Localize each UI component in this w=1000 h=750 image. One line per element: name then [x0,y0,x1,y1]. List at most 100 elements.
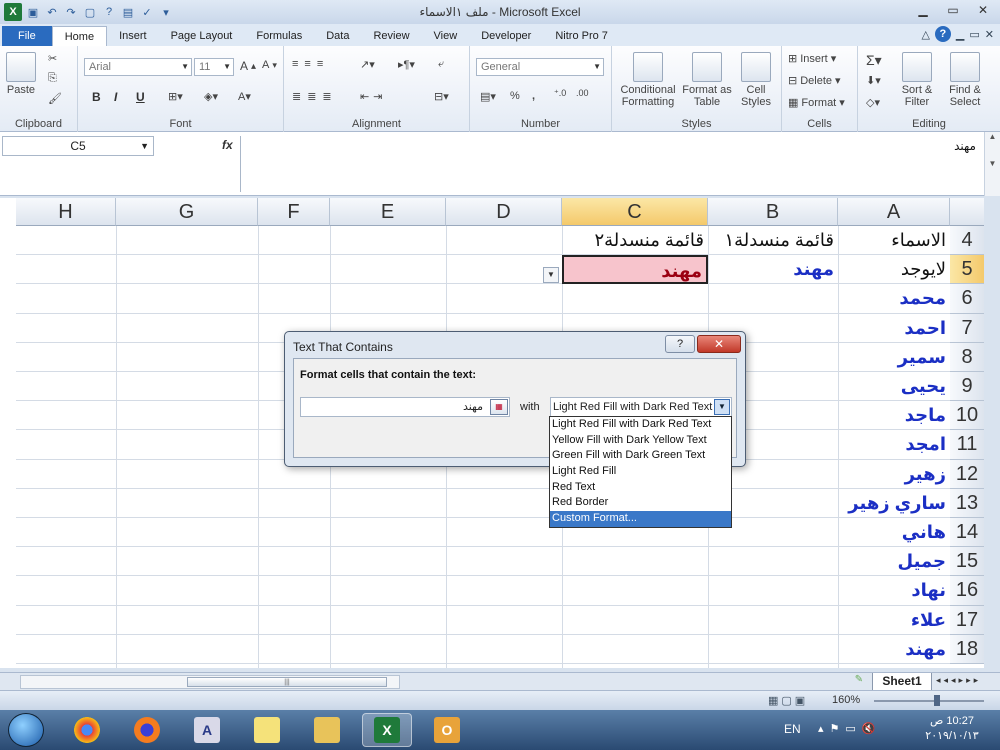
format-cells-button[interactable]: ▦ Format ▾ [788,96,845,110]
tab-nitro[interactable]: Nitro Pro 7 [543,26,620,46]
tab-home[interactable]: Home [51,26,108,46]
font-size-combo[interactable]: 11 ▼ [194,58,234,76]
sheet-tab-sheet1[interactable]: Sheet1 [872,673,932,691]
cell-a16[interactable]: نهاد [838,576,950,605]
format-as-table-button[interactable]: Format as Table [682,52,732,108]
bold-button[interactable]: B [92,90,101,104]
cell-c5[interactable]: مهند [562,255,708,285]
column-header-a[interactable]: A [838,198,950,226]
language-indicator[interactable]: EN [784,722,801,736]
find-select-button[interactable]: Find & Select [942,52,988,108]
help-icon[interactable]: ? [934,26,951,42]
horizontal-scroll-thumb[interactable]: ||| [187,677,387,687]
currency-icon[interactable]: ▤▾ [480,90,496,103]
clock[interactable]: 10:27 ص ٢٠١٩/١٠/١٣ [912,714,992,744]
format-style-option[interactable]: Light Red Fill [550,464,731,480]
sheet-nav-icons[interactable]: ◂◂◂▸▸▸ [936,675,981,686]
shrink-font-icon[interactable]: A ▾ [262,59,277,71]
zoom-slider[interactable] [874,700,984,702]
row-header-16[interactable]: 16 [950,576,984,606]
workbook-restore-icon[interactable]: ▭ [969,28,979,41]
workbook-close-icon[interactable]: ✕ [985,28,994,41]
row-header-8[interactable]: 8 [950,342,984,372]
system-tray-icons[interactable]: ▴⚑▭🔇 [818,722,881,735]
column-header-b[interactable]: B [708,198,838,226]
cell-a14[interactable]: هاني [838,518,950,547]
tab-formulas[interactable]: Formulas [244,26,314,46]
cell-a11[interactable]: امجد [838,430,950,459]
format-style-option[interactable]: Red Text [550,480,731,496]
wrap-text-icon[interactable]: ⤶ [438,58,444,71]
tab-insert[interactable]: Insert [107,26,159,46]
column-header-e[interactable]: E [330,198,446,226]
contains-text-input[interactable]: مهند [300,397,510,417]
row-header-14[interactable]: 14 [950,518,984,548]
cell-a13[interactable]: ساري زهير [838,489,950,518]
increase-decimal-icon[interactable]: ⁺.0 [554,88,566,99]
close-button[interactable]: ✕ [970,0,996,20]
insert-sheet-icon[interactable]: ✎ [850,674,868,689]
paste-button[interactable]: Paste [6,52,36,96]
redo-icon[interactable]: ↷ [63,4,79,20]
acrobat-taskbar-icon[interactable]: A [182,713,232,747]
excel-taskbar-icon[interactable]: X [362,713,412,747]
conditional-formatting-button[interactable]: Conditional Formatting [616,52,680,108]
customize-qat-icon[interactable]: ▾ [158,4,174,20]
help-icon[interactable]: ? [101,4,117,20]
delete-cells-button[interactable]: ⊟ Delete ▾ [788,74,841,88]
spelling-icon[interactable]: ✓ [139,4,155,20]
cell-a12[interactable]: زهير [838,460,950,489]
fill-icon[interactable]: ⬇▾ [866,74,881,87]
new-file-icon[interactable]: ▢ [82,4,98,20]
format-style-select[interactable]: Light Red Fill with Dark Red Text ▼ [550,397,732,417]
row-header-11[interactable]: 11 [950,430,984,460]
cell-a7[interactable]: احمد [838,314,950,343]
format-style-option[interactable]: Red Border [550,495,731,511]
chrome-taskbar-icon[interactable] [62,713,112,747]
format-style-option[interactable]: Custom Format... [550,511,731,527]
horizontal-align-icons[interactable]: ≣≣≣ [292,90,338,103]
zoom-slider-thumb[interactable] [934,695,940,706]
cell-c4[interactable]: قائمة منسدلة٢ [562,226,708,255]
horizontal-scrollbar[interactable]: ||| [20,675,400,689]
indent-icons[interactable]: ⇤⇥ [360,90,386,103]
start-button-icon[interactable] [8,713,44,747]
row-header-17[interactable]: 17 [950,605,984,635]
row-header-7[interactable]: 7 [950,313,984,343]
column-header-f[interactable]: F [258,198,330,226]
tab-file[interactable]: File [2,26,52,46]
formula-input[interactable]: مهند [240,136,982,192]
cell-a10[interactable]: ماجد [838,401,950,430]
row-header-4[interactable]: 4 [950,226,984,256]
row-header-12[interactable]: 12 [950,459,984,489]
firefox-taskbar-icon[interactable] [122,713,172,747]
font-name-combo[interactable]: Arial ▼ [84,58,192,76]
row-header-9[interactable]: 9 [950,372,984,402]
sort-filter-button[interactable]: Sort & Filter [894,52,940,108]
row-header-18[interactable]: 18 [950,634,984,664]
row-header-6[interactable]: 6 [950,284,984,314]
save-icon[interactable]: ▣ [25,4,41,20]
cell-b5[interactable]: مهند [708,255,838,284]
tab-developer[interactable]: Developer [469,26,543,46]
select-all-corner[interactable] [950,198,984,226]
cut-icon[interactable]: ✂ [48,52,57,65]
font-color-icon[interactable]: A▾ [238,90,251,103]
tab-review[interactable]: Review [361,26,421,46]
maximize-button[interactable]: ▭ [940,0,966,20]
print-preview-icon[interactable]: ▤ [120,4,136,20]
dialog-close-button[interactable]: ✕ [697,335,741,353]
data-validation-dropdown-icon[interactable]: ▼ [543,267,559,283]
row-header-10[interactable]: 10 [950,401,984,431]
workbook-minimize-icon[interactable]: ▁ [956,28,964,41]
insert-function-button[interactable]: fx [222,138,233,152]
fill-color-icon[interactable]: ◈▾ [204,90,218,103]
view-buttons[interactable]: ▦▢▣ [768,694,808,707]
clear-icon[interactable]: ◇▾ [866,96,880,109]
borders-icon[interactable]: ⊞▾ [168,90,183,103]
chevron-down-icon[interactable]: ▼ [140,137,149,155]
autosum-icon[interactable]: Σ▾ [866,52,882,69]
comma-button[interactable]: , [532,90,535,102]
cell-a4[interactable]: الاسماء [838,226,950,255]
formula-bar-scroll[interactable]: ▲ ▼ [984,132,1000,196]
